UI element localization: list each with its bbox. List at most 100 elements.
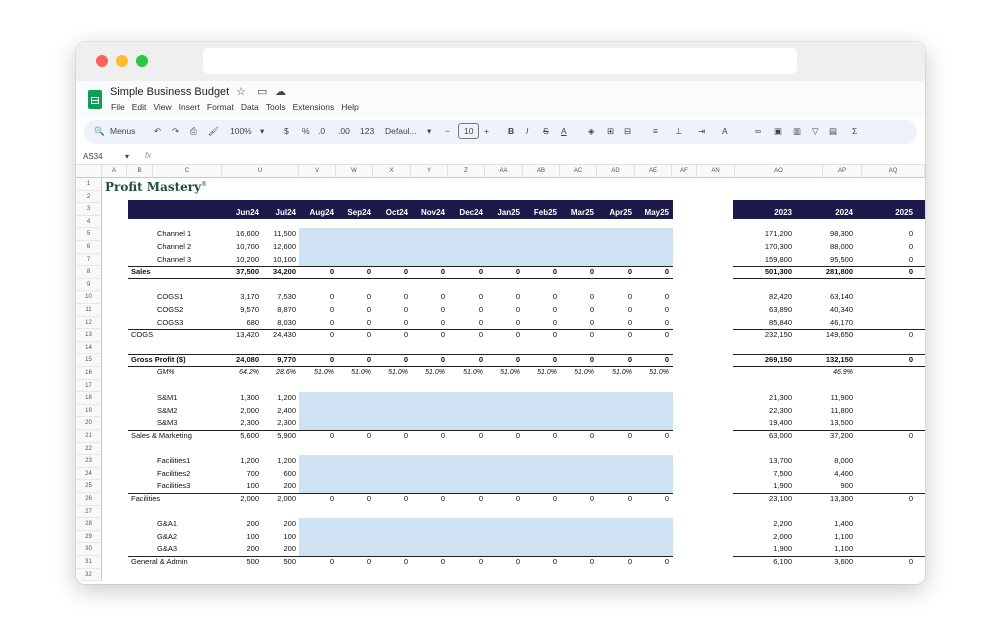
year-cell[interactable] bbox=[869, 392, 913, 405]
year-cell[interactable] bbox=[869, 518, 913, 531]
month-cell[interactable]: 0 bbox=[445, 317, 483, 330]
month-cell[interactable]: 0 bbox=[296, 493, 334, 506]
undo-icon[interactable]: ↶ bbox=[154, 126, 161, 137]
month-cell[interactable]: 28.6% bbox=[258, 367, 296, 380]
year-cell[interactable]: 63,140 bbox=[809, 291, 853, 304]
month-cell[interactable]: 9,570 bbox=[221, 304, 259, 317]
row-label[interactable]: S&M3 bbox=[157, 417, 177, 430]
row-header-30[interactable]: 30 bbox=[76, 543, 102, 556]
month-cell[interactable]: 0 bbox=[407, 430, 445, 443]
row-header-17[interactable]: 17 bbox=[76, 379, 102, 393]
year-cell[interactable]: 11,800 bbox=[809, 405, 853, 418]
month-cell[interactable]: 51.0% bbox=[594, 367, 632, 380]
row-header-18[interactable]: 18 bbox=[76, 392, 102, 405]
year-cell[interactable] bbox=[869, 291, 913, 304]
increase-font-size-button[interactable]: + bbox=[484, 126, 489, 136]
month-cell[interactable]: 0 bbox=[482, 329, 520, 342]
month-cell[interactable]: 0 bbox=[556, 304, 594, 317]
year-cell[interactable]: 0 bbox=[869, 254, 913, 267]
year-cell[interactable] bbox=[869, 367, 913, 380]
month-cell[interactable]: 2,300 bbox=[221, 417, 259, 430]
year-cell[interactable]: 3,600 bbox=[809, 556, 853, 569]
month-cell[interactable]: 0 bbox=[556, 556, 594, 569]
month-cell[interactable]: 7,530 bbox=[258, 291, 296, 304]
close-window-button[interactable] bbox=[96, 55, 108, 67]
month-cell[interactable]: 0 bbox=[407, 329, 445, 342]
link-icon[interactable]: ∞ bbox=[755, 126, 761, 136]
month-cell[interactable]: 0 bbox=[407, 354, 445, 367]
row-header-25[interactable]: 25 bbox=[76, 480, 102, 493]
decrease-decimal-button[interactable]: .0 bbox=[318, 126, 325, 136]
year-cell[interactable] bbox=[748, 367, 792, 380]
month-cell[interactable]: 0 bbox=[519, 266, 557, 279]
month-cell[interactable]: 0 bbox=[370, 291, 408, 304]
month-cell[interactable]: 51.0% bbox=[296, 367, 334, 380]
month-cell[interactable]: 0 bbox=[519, 291, 557, 304]
month-cell[interactable]: 0 bbox=[333, 493, 371, 506]
vertical-align-icon[interactable]: ⊥ bbox=[675, 126, 682, 137]
month-cell[interactable]: 9,770 bbox=[258, 354, 296, 367]
year-cell[interactable]: 159,800 bbox=[748, 254, 792, 267]
month-cell[interactable]: 0 bbox=[445, 493, 483, 506]
month-cell[interactable]: 1,200 bbox=[258, 455, 296, 468]
column-header-z[interactable]: Z bbox=[448, 165, 485, 178]
year-cell[interactable]: 0 bbox=[869, 266, 913, 279]
month-cell[interactable]: 0 bbox=[631, 556, 669, 569]
menu-file[interactable]: File bbox=[111, 102, 125, 114]
menu-tools[interactable]: Tools bbox=[266, 102, 286, 114]
year-cell[interactable]: 98,300 bbox=[809, 228, 853, 241]
month-cell[interactable]: 0 bbox=[445, 556, 483, 569]
month-cell[interactable]: 0 bbox=[631, 354, 669, 367]
row-header-32[interactable]: 32 bbox=[76, 568, 102, 582]
row-header-16[interactable]: 16 bbox=[76, 367, 102, 380]
year-cell[interactable]: 88,000 bbox=[809, 241, 853, 254]
month-cell[interactable]: 0 bbox=[594, 304, 632, 317]
month-cell[interactable]: 0 bbox=[594, 266, 632, 279]
year-cell[interactable]: 23,100 bbox=[748, 493, 792, 506]
month-cell[interactable]: 500 bbox=[258, 556, 296, 569]
year-cell[interactable] bbox=[869, 480, 913, 493]
month-cell[interactable]: 0 bbox=[482, 304, 520, 317]
month-cell[interactable]: 0 bbox=[594, 493, 632, 506]
year-cell[interactable]: 1,100 bbox=[809, 531, 853, 544]
month-cell[interactable]: 1,200 bbox=[221, 455, 259, 468]
menus-search[interactable]: Menus bbox=[110, 126, 136, 136]
month-cell[interactable]: 10,700 bbox=[221, 241, 259, 254]
row-header-13[interactable]: 13 bbox=[76, 329, 102, 342]
month-cell[interactable]: 51.0% bbox=[482, 367, 520, 380]
menu-format[interactable]: Format bbox=[207, 102, 234, 114]
year-cell[interactable]: 63,890 bbox=[748, 304, 792, 317]
month-cell[interactable]: 100 bbox=[221, 531, 259, 544]
year-cell[interactable]: 1,900 bbox=[748, 480, 792, 493]
chart-icon[interactable]: ▥ bbox=[793, 126, 801, 137]
menu-data[interactable]: Data bbox=[241, 102, 259, 114]
year-cell[interactable] bbox=[869, 531, 913, 544]
month-cell[interactable]: 0 bbox=[519, 556, 557, 569]
month-cell[interactable]: 100 bbox=[221, 480, 259, 493]
month-cell[interactable]: 700 bbox=[221, 468, 259, 481]
year-cell[interactable]: 232,150 bbox=[748, 329, 792, 342]
month-cell[interactable]: 680 bbox=[221, 317, 259, 330]
month-cell[interactable]: 51.0% bbox=[631, 367, 669, 380]
month-cell[interactable]: 200 bbox=[258, 543, 296, 556]
row-label[interactable]: S&M2 bbox=[157, 405, 177, 418]
row-label[interactable]: GM% bbox=[157, 367, 175, 380]
sheets-logo-icon[interactable] bbox=[88, 90, 102, 109]
column-header-ad[interactable]: AD bbox=[597, 165, 635, 178]
month-cell[interactable]: 0 bbox=[333, 317, 371, 330]
month-cell[interactable]: 8,870 bbox=[258, 304, 296, 317]
month-cell[interactable]: 0 bbox=[631, 266, 669, 279]
month-cell[interactable]: 0 bbox=[296, 329, 334, 342]
row-header-9[interactable]: 9 bbox=[76, 278, 102, 292]
text-rotation-icon[interactable]: A bbox=[722, 126, 728, 136]
month-cell[interactable]: 0 bbox=[519, 329, 557, 342]
column-header-an[interactable]: AN bbox=[697, 165, 735, 178]
month-cell[interactable]: 0 bbox=[594, 317, 632, 330]
month-cell[interactable]: 0 bbox=[482, 493, 520, 506]
currency-format-button[interactable]: $ bbox=[284, 126, 289, 136]
row-header-5[interactable]: 5 bbox=[76, 228, 102, 241]
row-label[interactable]: G&A2 bbox=[157, 531, 177, 544]
search-icon[interactable]: 🔍 bbox=[94, 126, 105, 137]
year-cell[interactable]: 46.9% bbox=[809, 367, 853, 380]
cloud-status-icon[interactable]: ☁ bbox=[275, 85, 286, 98]
